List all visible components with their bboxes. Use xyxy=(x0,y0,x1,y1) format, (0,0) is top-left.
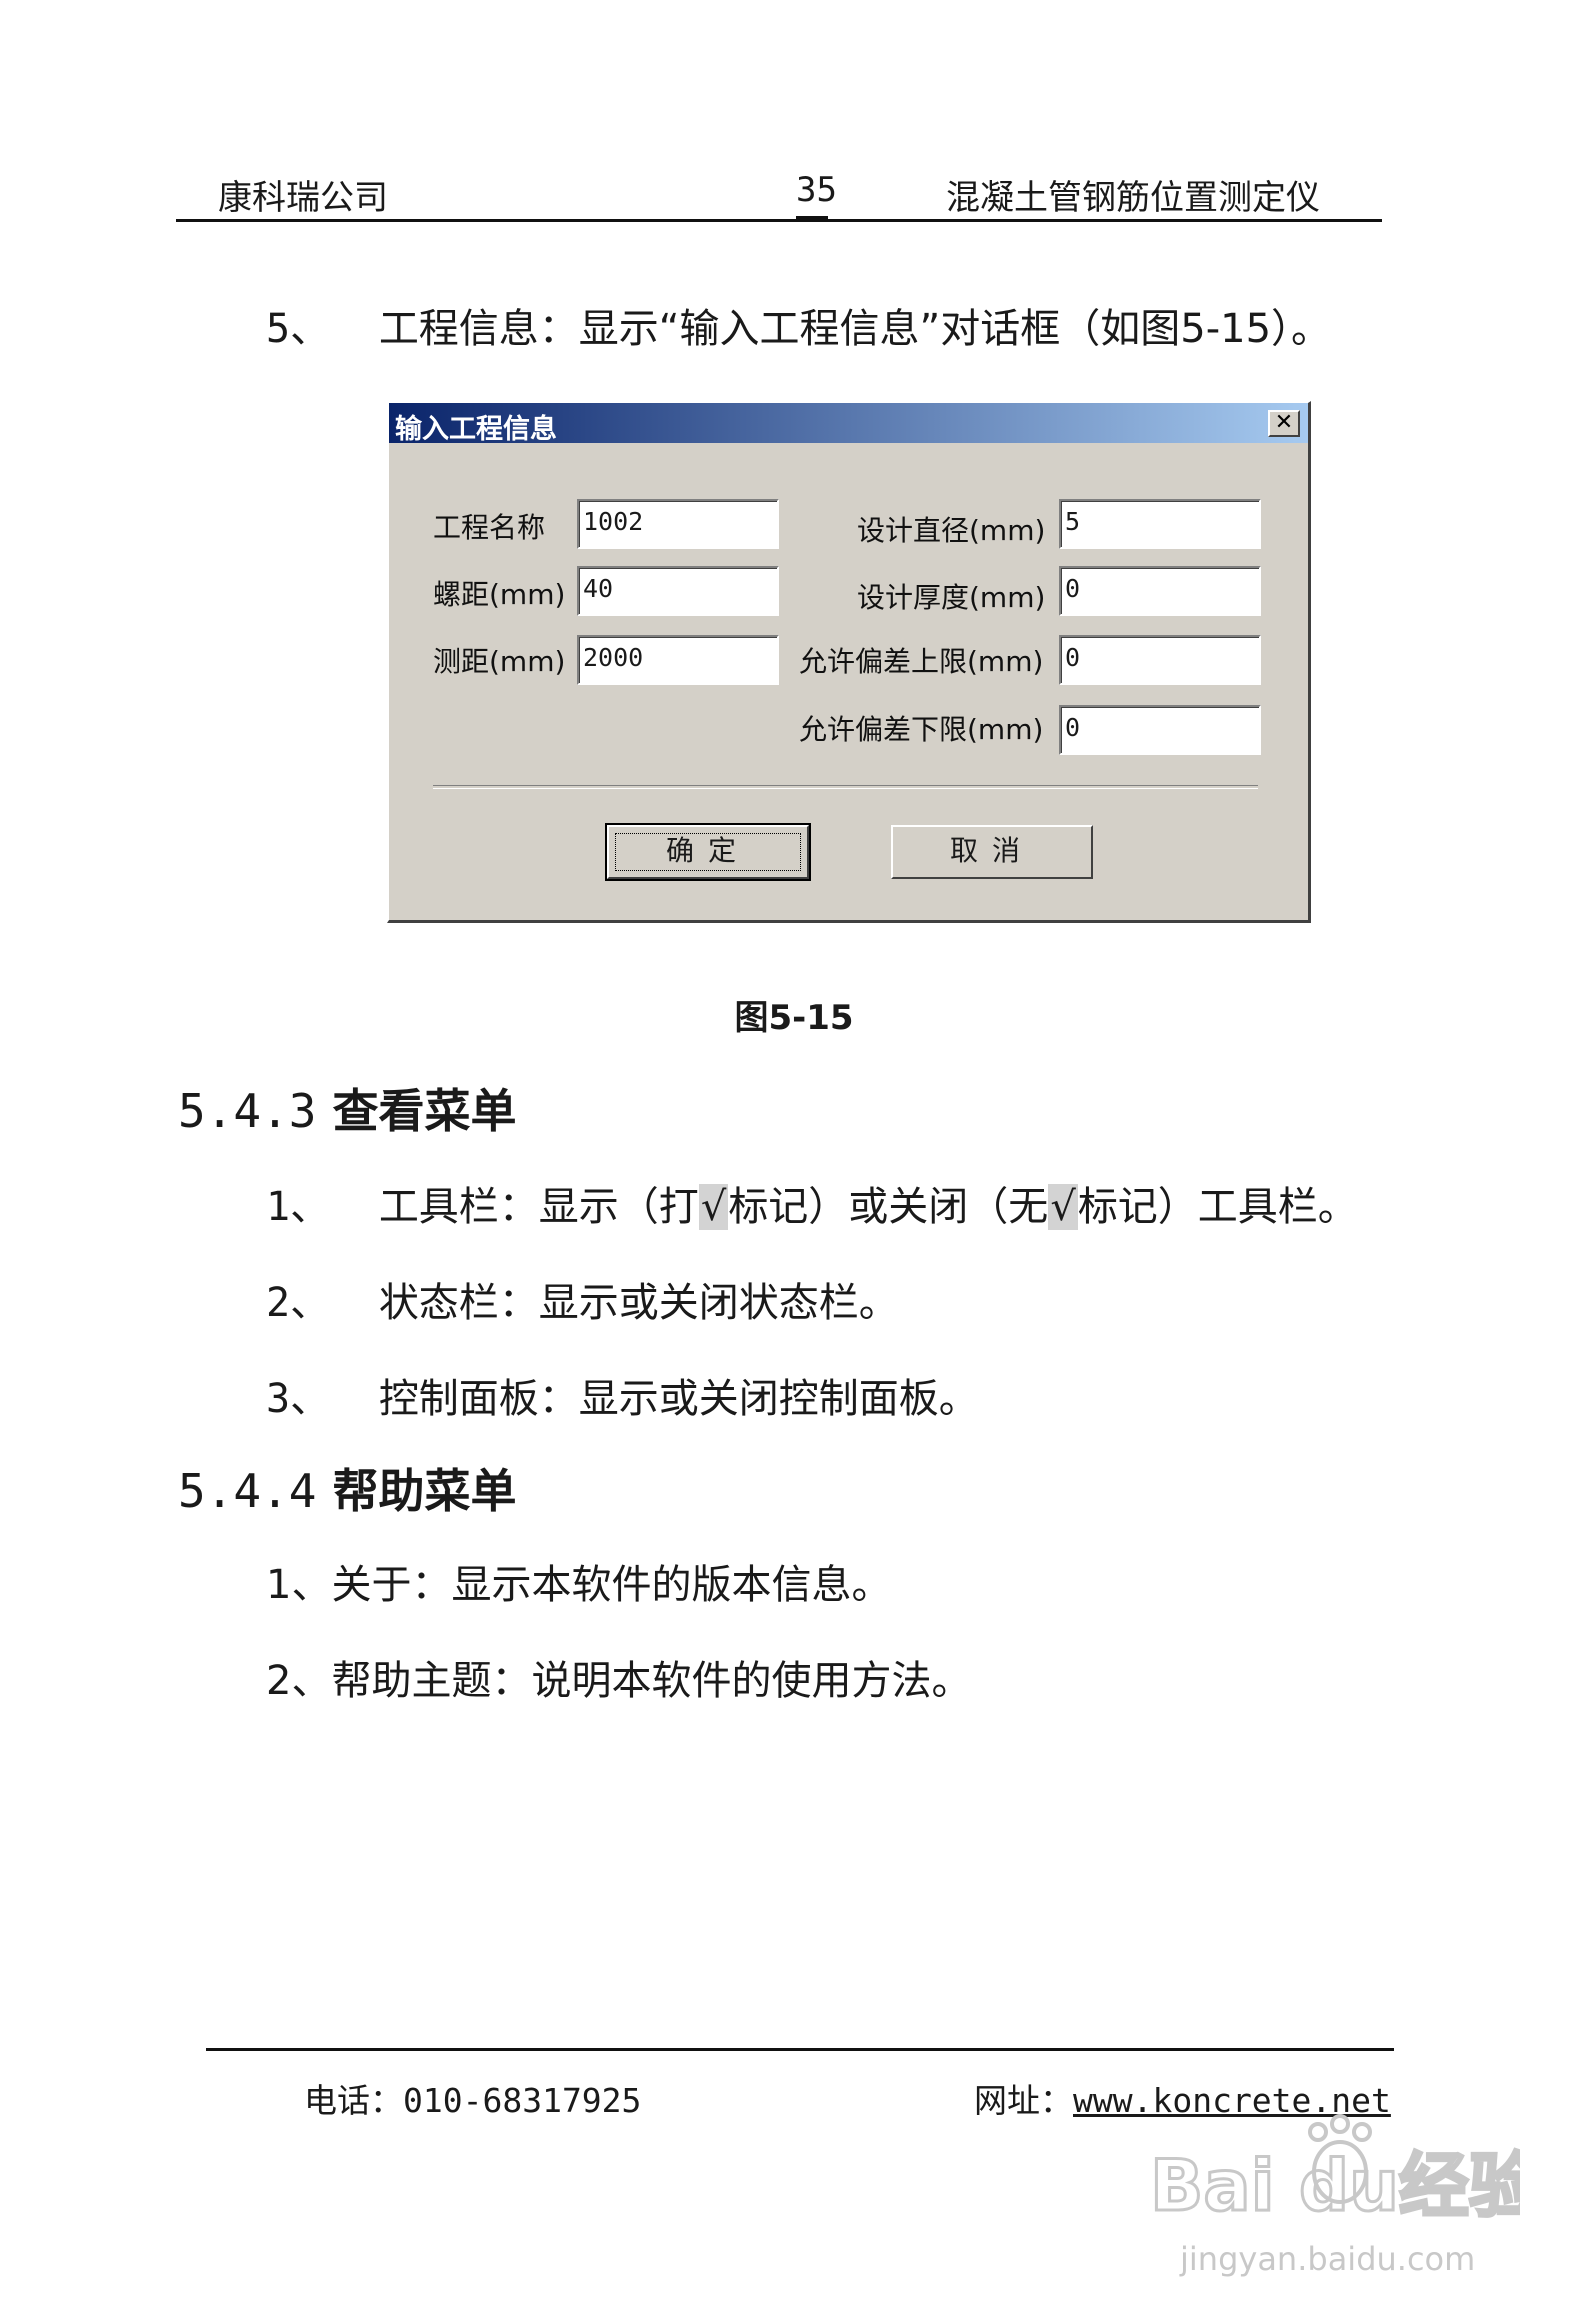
tolerance-lower-label: 允许偏差下限(mm) xyxy=(799,713,1044,746)
dialog-titlebar: 输入工程信息 ✕ xyxy=(389,403,1308,445)
watermark-brand: Bai du经验 xyxy=(1150,2145,1520,2227)
design-thickness-label: 设计厚度(mm) xyxy=(857,581,1046,614)
header-product: 混凝土管钢筋位置测定仪 xyxy=(946,178,1320,218)
close-button[interactable]: ✕ xyxy=(1268,410,1300,437)
project-name-field[interactable]: 1002 xyxy=(577,499,779,549)
intro-item-text: 工程信息：显示“输入工程信息”对话框（如图5-15）。 xyxy=(378,306,1332,352)
help-item-1: 1、关于：显示本软件的版本信息。 xyxy=(266,1562,892,1608)
view-item-3-text: 控制面板：显示或关闭控制面板。 xyxy=(378,1376,979,1422)
pitch-label: 螺距(mm) xyxy=(433,578,566,611)
watermark-url: jingyan.baidu.com xyxy=(1179,2240,1475,2278)
section-help-number: 5.4.4 xyxy=(178,1464,317,1518)
section-view-title: 查看菜单 xyxy=(332,1084,517,1138)
view-item-2-text: 状态栏：显示或关闭状态栏。 xyxy=(378,1280,899,1326)
view-item-1-number: 1、 xyxy=(266,1184,331,1230)
checkmark-icon: √ xyxy=(698,1184,729,1230)
phone-number: 010-68317925 xyxy=(403,2081,642,2120)
cancel-button[interactable]: 取消 xyxy=(891,825,1093,879)
footer-phone: 电话：010-68317925 xyxy=(304,2074,641,2122)
checkmark-icon: √ xyxy=(1048,1184,1078,1230)
section-help-title: 帮助菜单 xyxy=(332,1464,517,1518)
site-label: 网址： xyxy=(974,2081,1073,2120)
dialog-separator xyxy=(433,785,1258,789)
view-item-1-text-a: 工具栏：显示（打 xyxy=(378,1184,699,1230)
section-view-number: 5.4.3 xyxy=(178,1084,317,1138)
tolerance-lower-field[interactable]: 0 xyxy=(1059,705,1261,755)
intro-item: 5、 工程信息：显示“输入工程信息”对话框（如图5-15）。 xyxy=(266,296,1331,354)
help-item-2: 2、帮助主题：说明本软件的使用方法。 xyxy=(266,1658,972,1704)
measure-distance-label: 测距(mm) xyxy=(433,645,566,678)
dialog-title: 输入工程信息 xyxy=(395,414,557,445)
baidu-jingyan-watermark: Bai du经验 jingyan.baidu.com xyxy=(1149,2114,1520,2278)
footer-rule xyxy=(206,2048,1394,2051)
ok-button[interactable]: 确定 xyxy=(605,823,811,881)
design-diameter-field[interactable]: 5 xyxy=(1059,499,1261,549)
tolerance-upper-field[interactable]: 0 xyxy=(1059,635,1261,685)
tolerance-upper-label: 允许偏差上限(mm) xyxy=(799,645,1044,678)
header-rule xyxy=(176,219,1382,222)
view-item-1-text-c: 标记）工具栏。 xyxy=(1077,1184,1358,1230)
project-name-label: 工程名称 xyxy=(433,511,546,544)
figure-caption: 图5-15 xyxy=(734,998,854,1038)
view-item-3-number: 3、 xyxy=(266,1376,331,1422)
header-company: 康科瑞公司 xyxy=(218,178,388,218)
view-item-2-number: 2、 xyxy=(266,1280,331,1326)
view-item-2: 2、 状态栏：显示或关闭状态栏。 xyxy=(266,1270,899,1328)
section-view-heading: 5.4.3 查看菜单 xyxy=(178,1075,517,1141)
design-diameter-label: 设计直径(mm) xyxy=(857,514,1046,547)
intro-item-number: 5、 xyxy=(266,306,331,352)
measure-distance-field[interactable]: 2000 xyxy=(577,635,779,685)
view-item-1-text-b: 标记）或关闭（无 xyxy=(728,1184,1049,1230)
project-info-dialog: 输入工程信息 ✕ 工程名称 1002 螺距(mm) 40 测距(mm) 2000… xyxy=(387,401,1311,923)
design-thickness-field[interactable]: 0 xyxy=(1059,566,1261,616)
section-help-heading: 5.4.4 帮助菜单 xyxy=(178,1455,517,1521)
view-item-1: 1、 工具栏：显示（打√标记）或关闭（无√标记）工具栏。 xyxy=(266,1174,1358,1232)
page-number: 35 xyxy=(796,170,837,210)
phone-label: 电话： xyxy=(304,2081,403,2120)
view-item-3: 3、 控制面板：显示或关闭控制面板。 xyxy=(266,1366,979,1424)
pitch-field[interactable]: 40 xyxy=(577,566,779,616)
